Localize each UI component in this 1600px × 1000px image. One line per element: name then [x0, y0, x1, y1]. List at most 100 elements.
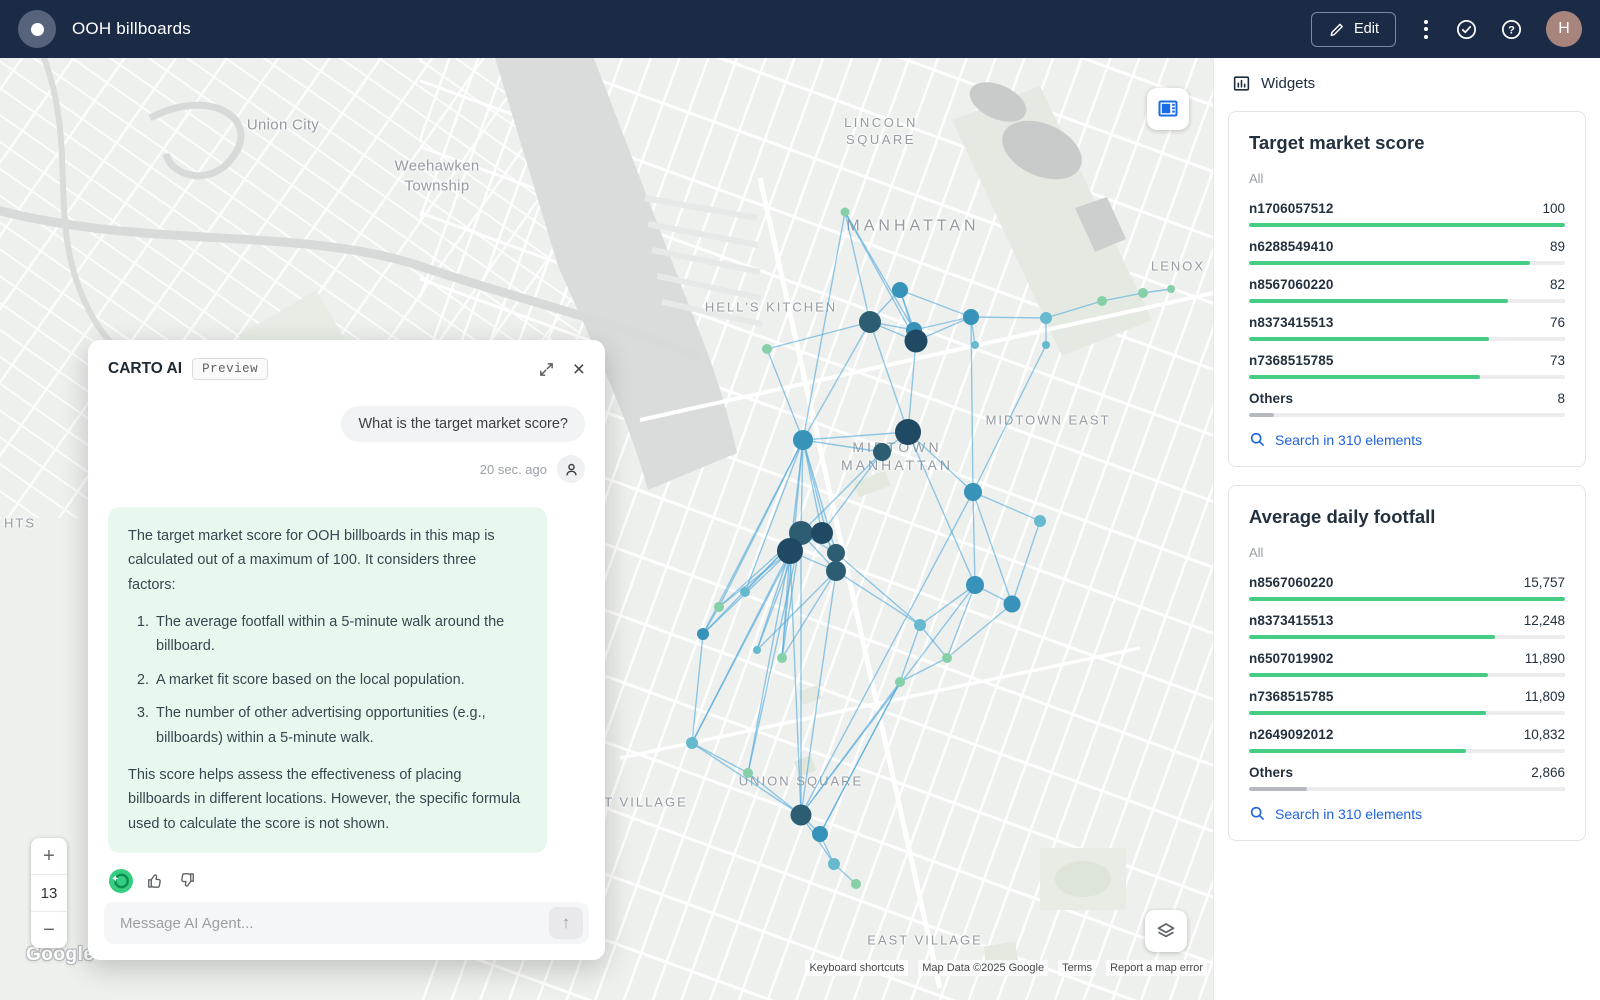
row-bar-track [1249, 787, 1565, 791]
map-attribution-item[interactable]: Report a map error [1106, 960, 1207, 976]
ai-response-item: A market fit score based on the local po… [153, 668, 527, 692]
billboard-node[interactable] [743, 768, 753, 778]
user-message-bubble: What is the target market score? [341, 406, 585, 442]
billboard-node[interactable] [812, 826, 828, 842]
check-circle-icon[interactable] [1456, 19, 1477, 40]
ai-response-list: The average footfall within a 5-minute w… [128, 610, 527, 750]
widget-row[interactable]: n650701990211,890 [1249, 651, 1565, 677]
billboard-node[interactable] [841, 208, 850, 217]
ai-agent-icon [108, 868, 134, 894]
billboard-node[interactable] [914, 619, 926, 631]
widgets-panel-toggle-button[interactable] [1147, 88, 1189, 130]
billboard-node[interactable] [686, 737, 698, 749]
layers-button[interactable] [1145, 910, 1187, 952]
chat-message-input[interactable] [118, 914, 549, 933]
billboard-node[interactable] [777, 653, 787, 663]
widget-row[interactable]: Others2,866 [1249, 765, 1565, 791]
zoom-in-button[interactable]: + [31, 838, 67, 874]
row-bar-track [1249, 223, 1565, 227]
billboard-node[interactable] [964, 483, 982, 501]
widget-row[interactable]: n837341551312,248 [1249, 613, 1565, 639]
thumbs-up-icon[interactable] [146, 871, 165, 890]
widget-row[interactable]: n736851578573 [1249, 353, 1565, 379]
edit-button-label: Edit [1354, 21, 1379, 37]
billboard-node[interactable] [777, 538, 803, 564]
row-value: 82 [1550, 277, 1565, 292]
widget-row[interactable]: n1706057512100 [1249, 201, 1565, 227]
billboard-node[interactable] [793, 430, 813, 450]
billboard-node[interactable] [1040, 312, 1052, 324]
billboard-node[interactable] [740, 587, 750, 597]
app-logo-button[interactable] [18, 10, 56, 48]
billboard-node[interactable] [905, 330, 928, 353]
billboard-node[interactable] [697, 628, 709, 640]
search-elements-link[interactable]: Search in 310 elements [1249, 805, 1565, 822]
widget-row[interactable]: n837341551376 [1249, 315, 1565, 341]
row-bar-fill [1249, 223, 1565, 227]
billboard-node[interactable] [828, 858, 840, 870]
billboard-node[interactable] [1042, 341, 1050, 349]
billboard-node[interactable] [859, 311, 881, 333]
billboard-node[interactable] [1097, 296, 1107, 306]
billboard-node[interactable] [895, 419, 921, 445]
close-icon[interactable]: × [573, 359, 585, 380]
message-timestamp: 20 sec. ago [480, 462, 547, 477]
billboard-node[interactable] [1167, 285, 1175, 293]
map-attribution-item[interactable]: Keyboard shortcuts [805, 960, 908, 976]
billboard-node[interactable] [942, 653, 952, 663]
billboard-node[interactable] [851, 879, 861, 889]
billboard-node[interactable] [762, 344, 772, 354]
billboard-node[interactable] [873, 443, 891, 461]
billboard-node[interactable] [1034, 515, 1046, 527]
row-bar-track [1249, 413, 1565, 417]
row-bar-fill [1249, 337, 1489, 341]
row-bar-track [1249, 635, 1565, 639]
widget-subtitle: All [1249, 545, 1565, 560]
row-value: 100 [1542, 201, 1565, 216]
billboard-node[interactable] [966, 576, 984, 594]
search-elements-link[interactable]: Search in 310 elements [1249, 431, 1565, 448]
more-options-menu-icon[interactable] [1420, 16, 1432, 43]
widget-row[interactable]: Others8 [1249, 391, 1565, 417]
billboard-node[interactable] [892, 282, 908, 298]
thumbs-down-icon[interactable] [177, 871, 196, 890]
send-message-button[interactable]: ↑ [549, 907, 583, 939]
billboard-node[interactable] [811, 522, 833, 544]
row-name: n2649092012 [1249, 727, 1333, 742]
billboard-node[interactable] [1004, 596, 1021, 613]
person-icon [563, 461, 580, 478]
preview-badge: Preview [192, 358, 268, 380]
widget-row[interactable]: n628854941089 [1249, 239, 1565, 265]
widget-row[interactable]: n264909201210,832 [1249, 727, 1565, 753]
billboard-node[interactable] [895, 677, 905, 687]
billboard-node[interactable] [827, 544, 845, 562]
search-elements-label: Search in 310 elements [1275, 806, 1422, 822]
billboard-node[interactable] [971, 341, 979, 349]
map-attribution-item[interactable]: Terms [1058, 960, 1096, 976]
row-bar-fill [1249, 413, 1274, 417]
widgets-sidebar: Widgets Target market score All n1706057… [1213, 58, 1600, 1000]
billboard-node[interactable] [714, 602, 724, 612]
help-icon[interactable]: ? [1501, 19, 1522, 40]
billboard-node[interactable] [1138, 288, 1148, 298]
widget-subtitle: All [1249, 171, 1565, 186]
widget-row[interactable]: n856706022082 [1249, 277, 1565, 303]
row-value: 2,866 [1531, 765, 1565, 780]
ai-response-item: The number of other advertising opportun… [153, 701, 527, 750]
row-bar-fill [1249, 787, 1307, 791]
billboard-node[interactable] [826, 561, 846, 581]
widget-row[interactable]: n856706022015,757 [1249, 575, 1565, 601]
widget-title: Target market score [1249, 132, 1565, 154]
search-elements-label: Search in 310 elements [1275, 432, 1422, 448]
row-bar-fill [1249, 673, 1488, 677]
widget-row[interactable]: n736851578511,809 [1249, 689, 1565, 715]
svg-text:?: ? [1508, 24, 1515, 36]
billboard-node[interactable] [753, 646, 761, 654]
billboard-node[interactable] [791, 805, 812, 826]
zoom-out-button[interactable]: − [31, 912, 67, 948]
row-bar-fill [1249, 597, 1565, 601]
billboard-node[interactable] [963, 309, 979, 325]
edit-button[interactable]: Edit [1311, 12, 1396, 47]
expand-icon[interactable] [538, 361, 555, 378]
user-avatar[interactable]: H [1546, 11, 1582, 47]
